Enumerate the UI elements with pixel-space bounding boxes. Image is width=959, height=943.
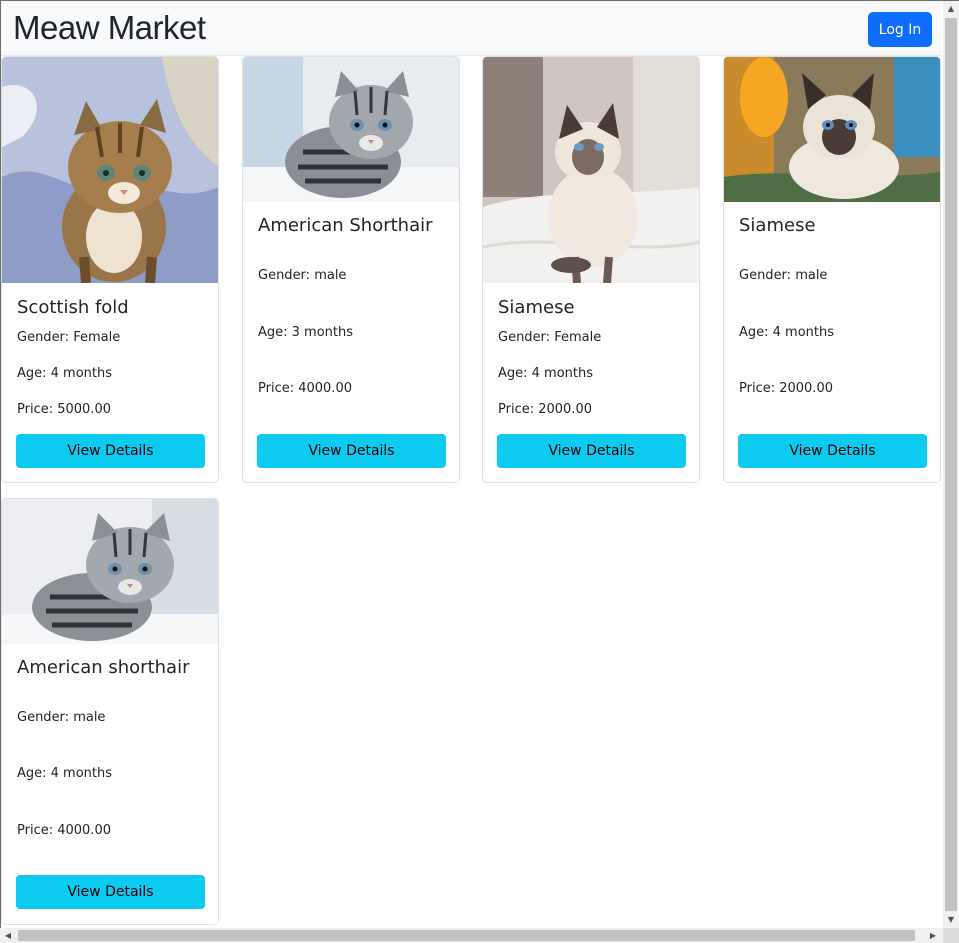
cat-age: Age: 4 months [498,366,594,381]
scroll-right-icon[interactable]: ▶ [925,928,941,943]
cat-age: Age: 4 months [739,325,835,340]
cat-name: Siamese [739,215,816,236]
cat-gender: Gender: Female [498,330,602,345]
cat-name: Siamese [498,297,575,318]
cat-card: Siamese Gender: Female Age: 4 months Pri… [482,56,700,483]
cat-name: American shorthair [17,657,190,678]
cat-price: Price: 4000.00 [258,381,352,396]
cat-card: American Shorthair Gender: male Age: 3 m… [242,56,460,483]
cat-age: Age: 4 months [17,366,113,381]
cat-name: Scottish fold [17,297,129,318]
cat-card: Siamese Gender: male Age: 4 months Price… [723,56,941,483]
cat-photo [483,57,699,283]
login-button[interactable]: Log In [868,12,932,47]
vertical-scrollbar[interactable]: ▲ ▼ [943,1,959,928]
scroll-left-icon[interactable]: ◀ [0,928,16,943]
brand-title[interactable]: Meaw Market [13,9,206,47]
cat-card: Scottish fold Gender: Female Age: 4 mont… [1,56,219,483]
view-details-button[interactable]: View Details [16,875,205,909]
cat-age: Age: 3 months [258,325,354,340]
scroll-down-icon[interactable]: ▼ [943,912,959,928]
view-details-button[interactable]: View Details [257,434,446,468]
cat-price: Price: 5000.00 [17,402,111,417]
cat-photo [2,499,218,644]
cat-photo [243,57,459,202]
navbar: Meaw Market Log In [1,1,942,56]
cat-gender: Gender: male [17,710,106,725]
cat-price: Price: 2000.00 [498,402,592,417]
view-details-button[interactable]: View Details [16,434,205,468]
vertical-scroll-thumb[interactable] [945,18,957,911]
cat-gender: Gender: male [258,268,347,283]
cat-photo [2,57,218,283]
cat-gender: Gender: male [739,268,828,283]
cat-price: Price: 4000.00 [17,823,111,838]
scroll-up-icon[interactable]: ▲ [943,1,959,17]
horizontal-scrollbar[interactable]: ◀ ▶ [0,928,943,943]
cat-name: American Shorthair [258,215,433,236]
cat-age: Age: 4 months [17,766,113,781]
cat-photo [724,57,940,202]
scrollbar-corner [943,928,959,943]
view-details-button[interactable]: View Details [738,434,927,468]
cat-price: Price: 2000.00 [739,381,833,396]
horizontal-scroll-thumb[interactable] [18,930,915,941]
cat-card: American shorthair Gender: male Age: 4 m… [1,498,219,925]
view-details-button[interactable]: View Details [497,434,686,468]
cat-gender: Gender: Female [17,330,121,345]
